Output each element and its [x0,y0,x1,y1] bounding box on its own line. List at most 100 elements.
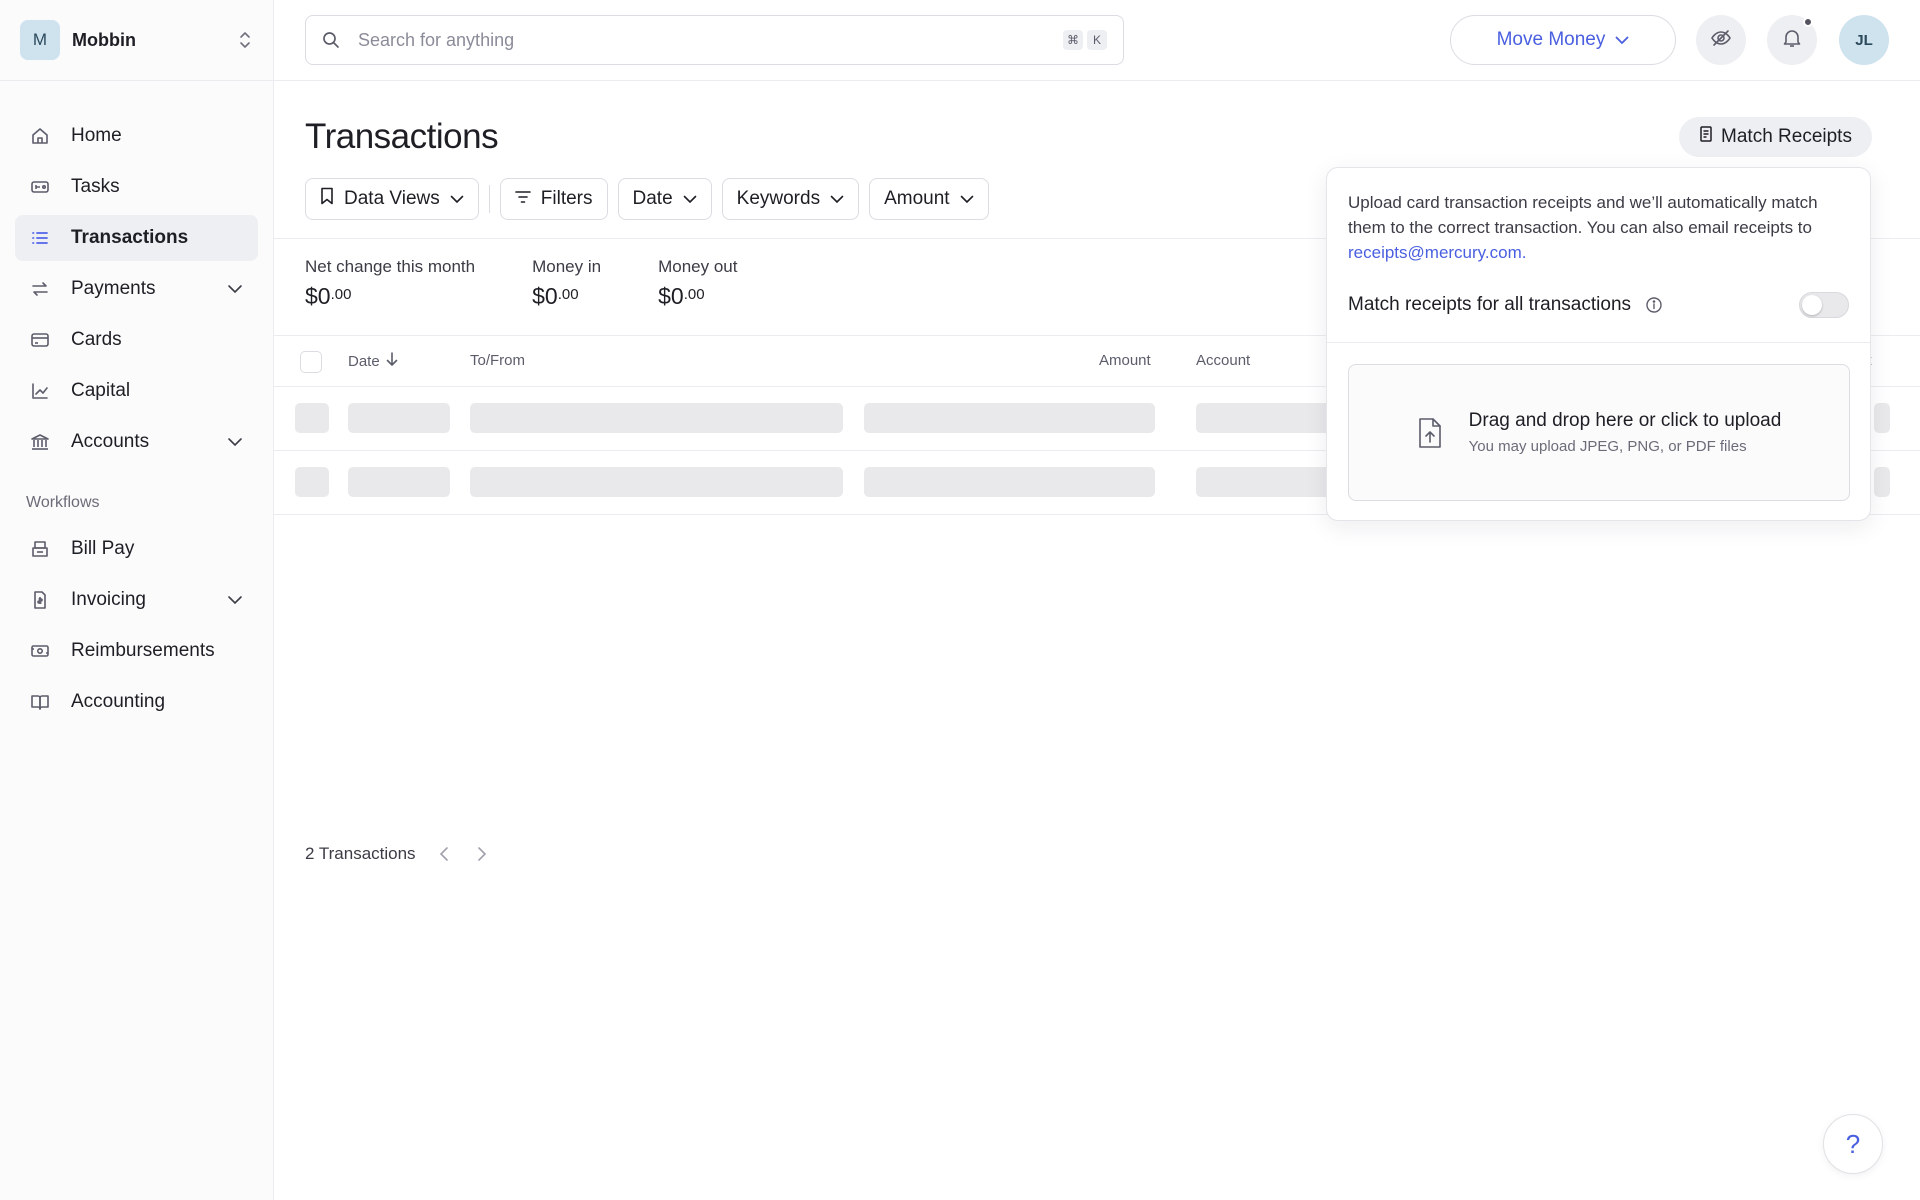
skeleton-partial [1874,403,1890,433]
help-button[interactable]: ? [1823,1114,1883,1174]
stat-money-out: Money out $0.00 [658,257,737,310]
sidebar-item-payments[interactable]: Payments [15,266,258,312]
summary-stats: Net change this month $0.00 Money in $0.… [305,257,794,310]
sidebar-item-bill-pay[interactable]: Bill Pay [15,526,258,572]
sidebar-item-accounting[interactable]: Accounting [15,679,258,725]
stat-cents: .00 [557,286,579,303]
user-avatar[interactable]: JL [1839,15,1889,65]
top-bar: ⌘ K Move Money JL [274,0,1920,81]
chevron-down-icon[interactable] [226,280,244,298]
book-icon [29,691,51,713]
chevron-down-icon[interactable] [226,433,244,451]
stat-label: Money in [532,257,602,276]
data-views-button[interactable]: Data Views [305,178,479,220]
sidebar-item-reimbursements[interactable]: Reimbursements [15,628,258,674]
dropzone-subtitle: You may upload JPEG, PNG, or PDF files [1468,438,1747,455]
receipt-icon [1699,126,1713,148]
table-footer: 2 Transactions [305,844,492,864]
stat-cents: .00 [330,286,352,303]
sidebar-item-label: Reimbursements [71,640,215,661]
chevron-right-icon[interactable] [472,844,492,864]
sidebar-item-transactions[interactable]: Transactions [15,215,258,261]
chevron-down-icon [960,188,974,210]
popover-description: Upload card transaction receipts and we’… [1348,190,1848,265]
stat-whole: $0 [658,283,684,309]
file-upload-icon [1417,416,1447,450]
sidebar-item-label: Accounts [71,431,150,452]
amount-filter-label: Amount [884,188,950,209]
column-label: Date [348,352,380,370]
skeleton-date [348,467,450,497]
sidebar-item-label: Payments [71,278,156,299]
sidebar-item-label: Cards [71,329,122,350]
card-icon [29,329,51,351]
sidebar-item-label: Transactions [71,227,189,248]
skeleton-date [348,403,450,433]
skeleton-checkbox [295,467,329,497]
stat-whole: $0 [532,283,558,309]
sidebar-item-cards[interactable]: Cards [15,317,258,363]
toggle-knob [1802,295,1822,315]
stat-value: $0.00 [658,283,737,310]
date-filter-label: Date [632,188,673,209]
sidebar-item-capital[interactable]: Capital [15,368,258,414]
skeleton-account [1196,467,1336,497]
filter-divider [488,185,490,213]
home-icon [29,125,51,147]
stat-cents: .00 [683,286,705,303]
info-icon[interactable] [1645,296,1663,314]
match-all-setting: Match receipts for all transactions [1348,292,1849,318]
page-title: Transactions [305,117,499,156]
skeleton-checkbox [295,403,329,433]
workflows-section-label: Workflows [26,494,100,511]
chevron-left-icon[interactable] [434,844,454,864]
chevron-down-icon [1615,29,1629,51]
hide-balances-button[interactable] [1696,15,1746,65]
sidebar-item-label: Invoicing [71,589,146,610]
cash-icon [29,640,51,662]
stat-value: $0.00 [532,283,601,310]
match-receipts-button[interactable]: Match Receipts [1679,117,1872,157]
org-switcher[interactable]: M Mobbin [0,0,273,81]
sidebar: M Mobbin Home Tasks Transactions Payment… [0,0,274,1200]
bill-icon [29,538,51,560]
chevron-up-down-icon[interactable] [237,30,253,50]
search-input[interactable] [358,29,1063,51]
upload-dropzone[interactable]: Drag and drop here or click to upload Yo… [1348,364,1850,501]
arrows-swap-icon [29,278,51,300]
keywords-filter-label: Keywords [736,188,821,209]
notifications-button[interactable] [1767,15,1817,65]
sidebar-item-home[interactable]: Home [15,113,258,159]
keywords-filter-button[interactable]: Keywords [721,178,860,220]
skeleton-partial [1874,467,1890,497]
sidebar-nav: Home Tasks Transactions Payments Cards C… [0,81,273,725]
move-money-label: Move Money [1496,29,1606,50]
search-icon [322,30,342,50]
column-header-amount[interactable]: Amount [1099,352,1151,369]
column-header-date[interactable]: Date [348,352,398,370]
sidebar-item-label: Home [71,125,122,146]
search-shortcut: ⌘ K [1063,30,1107,50]
move-money-button[interactable]: Move Money [1450,15,1676,65]
column-header-to-from[interactable]: To/From [470,352,525,369]
receipts-email-link[interactable]: receipts@mercury.com. [1348,243,1526,262]
amount-filter-button[interactable]: Amount [869,178,989,220]
chevron-down-icon [683,188,697,210]
search-box[interactable]: ⌘ K [305,15,1124,65]
skeleton-amount [864,403,1155,433]
chevron-down-icon [830,188,844,210]
bell-icon [1783,28,1801,53]
filters-button[interactable]: Filters [499,178,608,220]
invoice-icon [29,589,51,611]
sidebar-item-tasks[interactable]: Tasks [15,164,258,210]
sidebar-item-invoicing[interactable]: Invoicing [15,577,258,623]
filter-bar: Data Views Filters Date Keywords Amount [305,178,999,220]
sidebar-item-accounts[interactable]: Accounts [15,419,258,465]
date-filter-button[interactable]: Date [617,178,712,220]
chevron-down-icon[interactable] [226,591,244,609]
column-header-account[interactable]: Account [1196,352,1250,369]
match-all-toggle[interactable] [1799,292,1849,318]
sidebar-item-label: Tasks [71,176,120,197]
dropzone-text: Drag and drop here or click to upload Yo… [1469,410,1782,455]
select-all-checkbox[interactable] [300,351,322,373]
